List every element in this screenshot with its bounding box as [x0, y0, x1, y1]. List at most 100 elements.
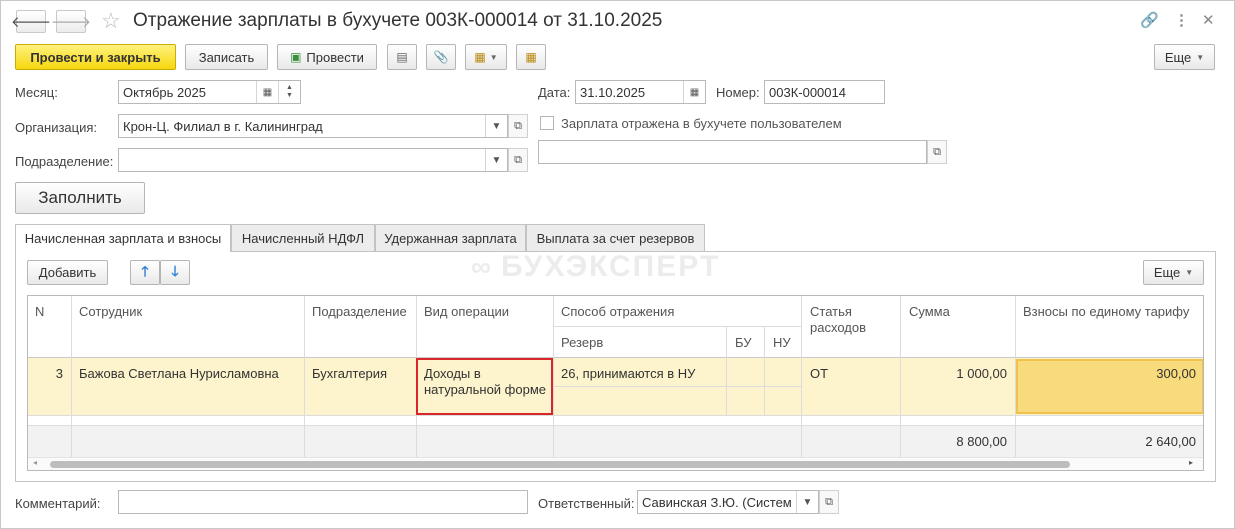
organization-field[interactable]: Крон-Ц. Филиал в г. Калининград ▼ — [118, 114, 508, 138]
post-button[interactable]: ▣ Провести — [277, 44, 377, 70]
move-down-button[interactable]: 🡓 — [160, 260, 190, 285]
accruals-table: N Сотрудник Подразделение Вид операции С… — [27, 295, 1204, 471]
arrow-up-icon: 🡑 — [141, 262, 149, 279]
comment-label: Комментарий: — [15, 496, 101, 511]
watermark: ∞ БУХЭКСПЕРТ — [471, 250, 720, 284]
header-expense-line2[interactable]: расходов — [810, 320, 866, 336]
date-label: Дата: — [538, 85, 571, 100]
forward-button[interactable]: 🡒 — [51, 10, 91, 33]
tab-accrued-salary[interactable]: Начисленная зарплата и взносы — [15, 224, 231, 252]
month-label: Месяц: — [15, 85, 58, 100]
create-based-on-button[interactable]: ▦ ▼ — [465, 44, 507, 70]
header-employee[interactable]: Сотрудник — [79, 304, 142, 320]
open-department-button[interactable]: ⧉ — [508, 148, 528, 172]
add-row-button[interactable]: Добавить — [27, 260, 108, 285]
chevron-down-icon[interactable]: ▼ — [796, 491, 818, 513]
move-up-button[interactable]: 🡑 — [130, 260, 160, 285]
post-button-label: Провести — [306, 49, 364, 65]
responsible-label: Ответственный: — [538, 496, 635, 511]
close-icon[interactable]: ✕ — [1202, 11, 1215, 29]
calendar-icon[interactable]: ▦ — [256, 81, 278, 103]
header-department[interactable]: Подразделение — [312, 304, 407, 320]
open-responsible-button[interactable]: ⧉ — [819, 490, 839, 514]
open-organization-button[interactable]: ⧉ — [508, 114, 528, 138]
link-icon[interactable]: 🔗 — [1140, 11, 1159, 29]
print-button[interactable]: ▦ — [516, 44, 546, 70]
organization-label: Организация: — [15, 120, 98, 135]
chevron-down-icon[interactable]: ▼ — [485, 149, 507, 171]
more-button-label: Еще — [1164, 49, 1192, 65]
chevron-down-icon: ▼ — [1185, 268, 1194, 277]
more-button[interactable]: Еще ▼ — [1154, 44, 1215, 70]
header-bu[interactable]: БУ — [735, 335, 752, 351]
responsible-value: Савинская З.Ю. (Систем — [642, 494, 792, 510]
number-value: 003К-000014 — [769, 84, 846, 100]
tab-reserve-payment[interactable]: Выплата за счет резервов — [526, 224, 705, 251]
open-icon: ⧉ — [825, 495, 833, 508]
row-employee[interactable]: Бажова Светлана Нурисламовна — [79, 366, 279, 382]
report-button[interactable]: ▤ — [387, 44, 417, 70]
header-n[interactable]: N — [35, 304, 44, 320]
open-icon: ⧉ — [933, 145, 941, 158]
arrow-down-icon: 🡓 — [171, 262, 179, 279]
user-reflected-label: Зарплата отражена в бухучете пользовател… — [561, 116, 842, 131]
organization-value: Крон-Ц. Филиал в г. Калининград — [123, 118, 323, 134]
user-reflected-checkbox[interactable] — [540, 116, 554, 130]
scroll-left-icon[interactable]: ◂ — [33, 458, 37, 467]
table-more-label: Еще — [1153, 265, 1181, 280]
fill-button[interactable]: Заполнить — [15, 182, 145, 214]
number-field[interactable]: 003К-000014 — [764, 80, 885, 104]
responsible-field[interactable]: Савинская З.Ю. (Систем ▼ — [637, 490, 819, 514]
document-window: 🡐 🡒 ☆ Отражение зарплаты в бухучете 003К… — [0, 0, 1235, 529]
chevron-down-icon[interactable]: ▼ — [485, 115, 507, 137]
row-department[interactable]: Бухгалтерия — [312, 366, 387, 382]
post-icon: ▣ — [290, 50, 302, 64]
back-button[interactable]: 🡐 — [11, 10, 51, 33]
month-stepper[interactable]: ▲ ▼ — [278, 81, 300, 103]
attach-button[interactable]: 📎 — [426, 44, 456, 70]
month-value: Октябрь 2025 — [123, 84, 206, 100]
horizontal-scrollbar[interactable]: ◂ ▸ — [28, 457, 1203, 470]
open-icon: ⧉ — [514, 153, 522, 166]
comment-field[interactable] — [118, 490, 528, 514]
number-label: Номер: — [716, 85, 760, 100]
row-contrib[interactable]: 300,00 — [1016, 366, 1196, 382]
header-contrib[interactable]: Взносы по единому тарифу — [1023, 304, 1189, 320]
row-method[interactable]: 26, принимаются в НУ — [561, 366, 695, 382]
operation-highlight — [416, 358, 553, 415]
paperclip-icon: 📎 — [433, 50, 449, 64]
header-nu[interactable]: НУ — [773, 335, 791, 351]
user-reflected-detail-field[interactable] — [538, 140, 927, 164]
chevron-down-icon: ▼ — [489, 52, 498, 62]
post-and-close-button[interactable]: Провести и закрыть — [15, 44, 176, 70]
tab-accrued-ndfl[interactable]: Начисленный НДФЛ — [231, 224, 375, 251]
header-method[interactable]: Способ отражения — [561, 304, 674, 320]
department-field[interactable]: ▼ — [118, 148, 508, 172]
date-field[interactable]: 31.10.2025 ▦ — [575, 80, 706, 104]
arrow-left-icon: 🡐 — [10, 14, 52, 31]
header-sum[interactable]: Сумма — [909, 304, 950, 320]
month-field[interactable]: Октябрь 2025 ▦ ▲ ▼ — [118, 80, 301, 104]
star-icon[interactable]: ☆ — [101, 8, 121, 34]
header-operation[interactable]: Вид операции — [424, 304, 509, 320]
row-sum[interactable]: 1 000,00 — [900, 366, 1007, 382]
calendar-icon[interactable]: ▦ — [683, 81, 705, 103]
date-value: 31.10.2025 — [580, 84, 646, 100]
scrollbar-thumb[interactable] — [50, 461, 1070, 468]
more-vertical-icon[interactable]: ⋮ — [1174, 11, 1189, 29]
scroll-right-icon[interactable]: ▸ — [1189, 458, 1193, 467]
header-expense-line1[interactable]: Статья — [810, 304, 852, 320]
table-more-button[interactable]: Еще ▼ — [1143, 260, 1204, 285]
row-expense[interactable]: ОТ — [810, 366, 828, 382]
tab-withheld-salary[interactable]: Удержанная зарплата — [375, 224, 526, 251]
document-icon: ▤ — [396, 50, 408, 64]
chevron-down-icon: ▼ — [1196, 52, 1205, 62]
department-label: Подразделение: — [15, 154, 114, 169]
arrow-right-icon: 🡒 — [50, 14, 92, 31]
create-based-icon: ▦ — [474, 50, 486, 64]
open-detail-button[interactable]: ⧉ — [927, 140, 947, 164]
header-reserve[interactable]: Резерв — [561, 335, 603, 351]
watermark-text: БУХЭКСПЕРТ — [500, 250, 721, 283]
row-n[interactable]: 3 — [28, 366, 63, 382]
save-button[interactable]: Записать — [185, 44, 268, 70]
